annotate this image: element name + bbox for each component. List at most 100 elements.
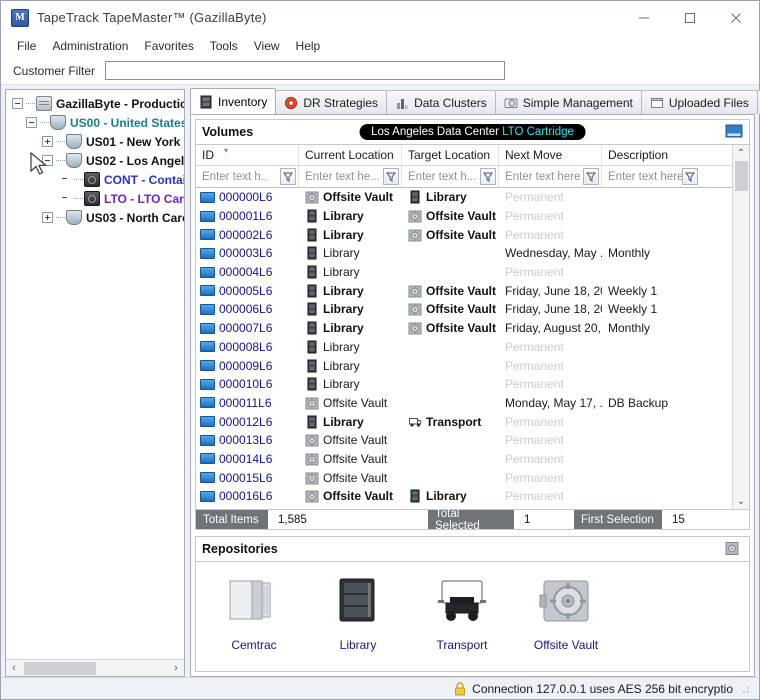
table-row[interactable]: 000007L6 Library Offsite Vault Friday, Augu… bbox=[196, 319, 732, 338]
filter-funnel-icon[interactable] bbox=[280, 168, 296, 185]
cell-current-location: Library bbox=[299, 321, 402, 335]
tree-horizontal-scrollbar[interactable]: ‹ › bbox=[6, 659, 184, 676]
scroll-thumb[interactable] bbox=[734, 161, 748, 191]
tab-inventory[interactable]: Inventory bbox=[190, 88, 277, 114]
close-button[interactable] bbox=[713, 1, 759, 35]
navigation-tree[interactable]: GazillaByte - Production US00 - United S… bbox=[6, 90, 184, 659]
filter-funnel-icon[interactable] bbox=[383, 168, 399, 185]
tree-toggle-plus-icon[interactable] bbox=[42, 212, 53, 223]
table-row[interactable]: 000005L6 Library Offsite Vault Friday, June… bbox=[196, 281, 732, 300]
filter-cell-target-location[interactable]: Enter text h... bbox=[402, 166, 499, 187]
scroll-thumb[interactable] bbox=[24, 661, 96, 675]
repository-item[interactable]: Transport bbox=[418, 572, 506, 671]
tree-node-us03[interactable]: US03 - North Carolina bbox=[8, 208, 184, 227]
cell-id-label: 000012L6 bbox=[219, 414, 273, 429]
table-row[interactable]: 000009L6 Library Permanent bbox=[196, 356, 732, 375]
repository-item[interactable]: Offsite Vault bbox=[522, 572, 610, 671]
column-header-target-location[interactable]: Target Location bbox=[402, 145, 499, 165]
filter-cell-id[interactable]: Enter text h.. bbox=[196, 166, 299, 187]
table-row[interactable]: 000011L6 Offsite Vault Monday, May 17, ...… bbox=[196, 394, 732, 413]
tab-data-clusters[interactable]: Data Clusters bbox=[386, 90, 496, 114]
tree-node-gazillabyte[interactable]: GazillaByte - Production bbox=[8, 94, 184, 113]
vault-icon bbox=[305, 191, 319, 204]
table-row[interactable]: 000003L6 Library Wednesday, May ... Monthly bbox=[196, 244, 732, 263]
column-header-current-location[interactable]: Current Location bbox=[299, 145, 402, 165]
filter-cell-next-move[interactable]: Enter text here bbox=[499, 166, 602, 187]
menu-item-file[interactable]: File bbox=[9, 37, 44, 55]
table-row[interactable]: 000010L6 Library Permanent bbox=[196, 375, 732, 394]
table-row[interactable]: 000015L6 Offsite Vault Permanent bbox=[196, 468, 732, 487]
cell-description: DB Backup bbox=[608, 395, 669, 410]
menu-item-tools[interactable]: Tools bbox=[202, 37, 246, 55]
shield-icon bbox=[66, 134, 82, 149]
tape-cartridge-icon bbox=[200, 490, 215, 502]
scroll-right-arrow-icon[interactable]: › bbox=[168, 662, 184, 674]
content-panel: Inventory DR Strategies Data Clusters Si… bbox=[190, 88, 760, 677]
scroll-track[interactable] bbox=[733, 161, 750, 493]
table-row[interactable]: 000004L6 Library Permanent bbox=[196, 263, 732, 282]
table-row[interactable]: 000014L6 Offsite Vault Permanent bbox=[196, 450, 732, 469]
menu-item-favorites[interactable]: Favorites bbox=[136, 37, 201, 55]
maximize-button[interactable] bbox=[667, 1, 713, 35]
table-row[interactable]: 000001L6 Library Offsite Vault Permanent bbox=[196, 207, 732, 226]
vault-icon bbox=[305, 490, 319, 503]
column-header-description[interactable]: Description bbox=[602, 145, 700, 165]
menu-item-view[interactable]: View bbox=[246, 37, 288, 55]
scroll-up-arrow-icon[interactable]: ⌃ bbox=[737, 145, 745, 161]
library-icon bbox=[307, 246, 317, 260]
filter-funnel-icon[interactable] bbox=[583, 168, 599, 185]
cell-current-location-label: Offsite Vault bbox=[323, 395, 388, 410]
filter-cell-current-location[interactable]: Enter text he... bbox=[299, 166, 402, 187]
scroll-left-arrow-icon[interactable]: ‹ bbox=[6, 662, 22, 674]
menu-item-administration[interactable]: Administration bbox=[44, 37, 136, 55]
scroll-down-arrow-icon[interactable]: ⌄ bbox=[737, 493, 745, 509]
table-row[interactable]: 000002L6 Library Offsite Vault Permanent bbox=[196, 225, 732, 244]
column-label: Description bbox=[608, 148, 669, 162]
table-row[interactable]: 000012L6 Library Transport Permanent bbox=[196, 412, 732, 431]
column-header-id[interactable]: ID ▾ bbox=[196, 145, 299, 165]
table-row[interactable]: 000000L6 Offsite Vault Library Permanent bbox=[196, 188, 732, 207]
tree-toggle-minus-icon[interactable] bbox=[26, 117, 37, 128]
cell-id: 000012L6 bbox=[196, 415, 299, 429]
scroll-track[interactable] bbox=[22, 660, 168, 677]
minimize-button[interactable] bbox=[621, 1, 667, 35]
tree-node-us01[interactable]: US01 - New York bbox=[8, 132, 184, 151]
cell-id: 000015L6 bbox=[196, 471, 299, 485]
tree-toggle-minus-icon[interactable] bbox=[12, 98, 23, 109]
filter-cell-description[interactable]: Enter text here bbox=[602, 166, 700, 187]
tape-cartridge-icon bbox=[200, 378, 215, 390]
table-row[interactable]: 000013L6 Offsite Vault Permanent bbox=[196, 431, 732, 450]
tab-dr-strategies[interactable]: DR Strategies bbox=[275, 90, 388, 114]
repository-item[interactable]: Cemtrac bbox=[210, 572, 298, 671]
filter-placeholder: Enter text he... bbox=[305, 170, 380, 183]
tree-node-lto[interactable]: LTO - LTO Cartridge bbox=[8, 189, 184, 208]
table-row[interactable]: 000016L6 Offsite Vault Library Permanent bbox=[196, 487, 732, 506]
grid-rows[interactable]: 000000L6 Offsite Vault Library Permanent 000… bbox=[196, 188, 732, 509]
filter-funnel-icon[interactable] bbox=[480, 168, 496, 185]
column-label: ID bbox=[202, 148, 214, 162]
tape-cartridge-icon bbox=[200, 303, 215, 315]
tape-cartridge-icon bbox=[200, 191, 215, 203]
repositories-panel-button[interactable] bbox=[725, 541, 743, 557]
resize-grip-icon[interactable] bbox=[739, 683, 751, 695]
menu-item-help[interactable]: Help bbox=[288, 37, 329, 55]
grid-vertical-scrollbar[interactable]: ⌃ ⌄ bbox=[732, 145, 749, 509]
repository-item[interactable]: Library bbox=[314, 572, 402, 671]
tab-uploaded-files[interactable]: Uploaded Files bbox=[640, 90, 758, 114]
cell-description: Weekly 1 bbox=[608, 302, 658, 317]
volumes-panel-button[interactable] bbox=[725, 124, 743, 140]
column-header-next-move[interactable]: Next Move bbox=[499, 145, 602, 165]
customer-filter-input[interactable] bbox=[105, 61, 506, 80]
cell-current-location: Library bbox=[299, 265, 402, 279]
table-row[interactable]: 000008L6 Library Permanent bbox=[196, 338, 732, 357]
table-row[interactable]: 000006L6 Library Offsite Vault Friday, June… bbox=[196, 300, 732, 319]
tab-simple-management[interactable]: Simple Management bbox=[494, 90, 642, 114]
cell-current-location-label: Library bbox=[323, 283, 364, 298]
badge-media-type: LTO Cartridge bbox=[502, 126, 574, 138]
tree-toggle-plus-icon[interactable] bbox=[42, 136, 53, 147]
filter-funnel-icon[interactable] bbox=[682, 168, 698, 185]
cell-next-move: Permanent bbox=[505, 358, 564, 373]
cell-id-label: 000015L6 bbox=[219, 470, 273, 485]
tree-node-us00[interactable]: US00 - United States bbox=[8, 113, 184, 132]
cell-current-location: Library bbox=[299, 340, 402, 354]
